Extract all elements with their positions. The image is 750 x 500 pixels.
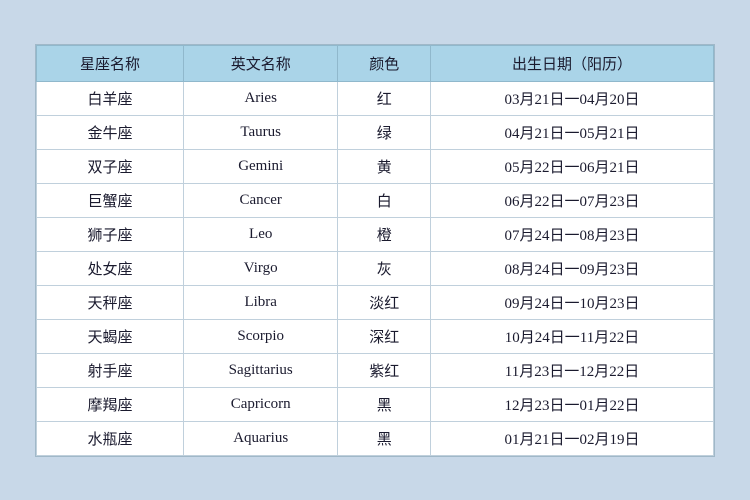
table-row: 摩羯座Capricorn黑12月23日一01月22日 [37,387,714,421]
cell-4-2: 橙 [338,217,431,251]
cell-5-3: 08月24日一09月23日 [430,251,713,285]
cell-3-3: 06月22日一07月23日 [430,183,713,217]
cell-10-3: 01月21日一02月19日 [430,421,713,455]
cell-1-2: 绿 [338,115,431,149]
cell-8-0: 射手座 [37,353,184,387]
cell-10-1: Aquarius [183,421,337,455]
cell-2-0: 双子座 [37,149,184,183]
cell-7-2: 深红 [338,319,431,353]
table-row: 天蝎座Scorpio深红10月24日一11月22日 [37,319,714,353]
table-row: 巨蟹座Cancer白06月22日一07月23日 [37,183,714,217]
cell-4-1: Leo [183,217,337,251]
table-row: 水瓶座Aquarius黑01月21日一02月19日 [37,421,714,455]
cell-6-0: 天秤座 [37,285,184,319]
cell-4-3: 07月24日一08月23日 [430,217,713,251]
cell-5-2: 灰 [338,251,431,285]
cell-2-3: 05月22日一06月21日 [430,149,713,183]
table-row: 天秤座Libra淡红09月24日一10月23日 [37,285,714,319]
header-col-0: 星座名称 [37,45,184,81]
cell-0-2: 红 [338,81,431,115]
cell-3-2: 白 [338,183,431,217]
cell-4-0: 狮子座 [37,217,184,251]
table-row: 金牛座Taurus绿04月21日一05月21日 [37,115,714,149]
cell-6-1: Libra [183,285,337,319]
cell-3-1: Cancer [183,183,337,217]
cell-10-2: 黑 [338,421,431,455]
cell-2-1: Gemini [183,149,337,183]
cell-7-1: Scorpio [183,319,337,353]
zodiac-table-container: 星座名称英文名称颜色出生日期（阳历） 白羊座Aries红03月21日一04月20… [35,44,715,457]
cell-5-1: Virgo [183,251,337,285]
table-row: 狮子座Leo橙07月24日一08月23日 [37,217,714,251]
table-header-row: 星座名称英文名称颜色出生日期（阳历） [37,45,714,81]
cell-8-1: Sagittarius [183,353,337,387]
cell-7-0: 天蝎座 [37,319,184,353]
cell-8-2: 紫红 [338,353,431,387]
header-col-3: 出生日期（阳历） [430,45,713,81]
cell-6-2: 淡红 [338,285,431,319]
table-row: 双子座Gemini黄05月22日一06月21日 [37,149,714,183]
cell-1-3: 04月21日一05月21日 [430,115,713,149]
cell-2-2: 黄 [338,149,431,183]
zodiac-table: 星座名称英文名称颜色出生日期（阳历） 白羊座Aries红03月21日一04月20… [36,45,714,456]
cell-9-1: Capricorn [183,387,337,421]
cell-0-3: 03月21日一04月20日 [430,81,713,115]
cell-9-2: 黑 [338,387,431,421]
cell-7-3: 10月24日一11月22日 [430,319,713,353]
cell-9-3: 12月23日一01月22日 [430,387,713,421]
table-row: 白羊座Aries红03月21日一04月20日 [37,81,714,115]
cell-5-0: 处女座 [37,251,184,285]
header-col-2: 颜色 [338,45,431,81]
cell-9-0: 摩羯座 [37,387,184,421]
table-row: 射手座Sagittarius紫红11月23日一12月22日 [37,353,714,387]
cell-1-1: Taurus [183,115,337,149]
table-body: 白羊座Aries红03月21日一04月20日金牛座Taurus绿04月21日一0… [37,81,714,455]
cell-6-3: 09月24日一10月23日 [430,285,713,319]
cell-1-0: 金牛座 [37,115,184,149]
cell-0-1: Aries [183,81,337,115]
table-row: 处女座Virgo灰08月24日一09月23日 [37,251,714,285]
cell-3-0: 巨蟹座 [37,183,184,217]
cell-10-0: 水瓶座 [37,421,184,455]
cell-0-0: 白羊座 [37,81,184,115]
cell-8-3: 11月23日一12月22日 [430,353,713,387]
header-col-1: 英文名称 [183,45,337,81]
